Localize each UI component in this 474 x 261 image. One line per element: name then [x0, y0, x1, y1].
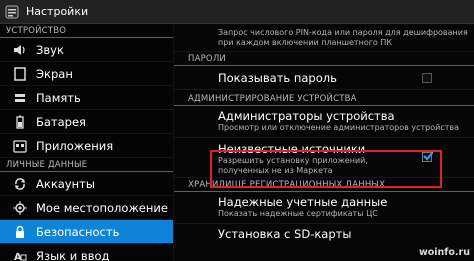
encryption-pref[interactable]: Запрос числового PIN-кода или пароля для… [174, 24, 474, 52]
device-admins-pref[interactable]: Администраторы устройства Просмотр или о… [174, 106, 474, 138]
location-icon [12, 200, 28, 216]
settings-sidebar: УСТРОЙСТВО Звук Экран Память Батарея При… [0, 24, 173, 261]
sidebar-item-display[interactable]: Экран [0, 62, 173, 86]
page-title: Настройки [26, 5, 89, 18]
battery-icon [12, 114, 28, 130]
show-password-title: Показывать пароль [218, 70, 337, 85]
settings-detail-pane: Запрос числового PIN-кода или пароля для… [173, 24, 474, 261]
sidebar-item-security[interactable]: Безопасность [0, 220, 173, 244]
language-icon: A [12, 248, 28, 261]
sidebar-item-label: Память [36, 90, 81, 105]
trusted-credentials-summary: Показать надежные сертификаты ЦС [218, 209, 378, 218]
sidebar-item-label: Аккаунты [36, 176, 95, 191]
sidebar-item-location[interactable]: Мое местоположение [0, 196, 173, 220]
section-header-admin: АДМИНИСТРИРОВАНИЕ УСТРОЙСТВА [174, 92, 474, 106]
show-password-pref[interactable]: Показывать пароль [174, 66, 474, 90]
sidebar-item-apps[interactable]: Приложения [0, 134, 173, 158]
sidebar-item-sound[interactable]: Звук [0, 38, 173, 62]
device-admins-summary: Просмотр или отключение администраторов … [218, 123, 459, 132]
section-header-passwords: ПАРОЛИ [174, 52, 474, 66]
sidebar-item-storage[interactable]: Память [0, 86, 173, 110]
device-admins-title: Администраторы устройства [218, 109, 395, 123]
encryption-summary: Запрос числового PIN-кода или пароля для… [218, 28, 468, 47]
trusted-credentials-pref[interactable]: Надежные учетные данные Показать надежны… [174, 192, 474, 224]
settings-icon[interactable] [4, 4, 20, 20]
sidebar-item-label: Безопасность [36, 224, 120, 239]
speaker-icon [12, 42, 28, 58]
lock-icon [12, 224, 28, 240]
sync-icon [12, 176, 28, 192]
sidebar-item-label: Батарея [36, 114, 86, 129]
storage-icon [12, 90, 28, 106]
section-header-device: УСТРОЙСТВО [0, 24, 173, 38]
action-bar: Настройки [0, 0, 474, 24]
sidebar-item-label: Язык и ввод [36, 248, 110, 261]
show-password-checkbox[interactable] [422, 73, 432, 83]
watermark: woinfo.ru [418, 247, 470, 258]
sidebar-item-accounts[interactable]: Аккаунты [0, 172, 173, 196]
highlight-frame [210, 150, 442, 188]
sidebar-item-label: Приложения [36, 138, 114, 153]
display-icon [12, 66, 28, 82]
apps-icon [12, 138, 28, 154]
sidebar-item-label: Мое местоположение [36, 200, 168, 215]
sidebar-item-label: Экран [36, 66, 73, 81]
section-header-personal: ЛИЧНЫЕ ДАННЫЕ [0, 158, 173, 172]
sidebar-item-battery[interactable]: Батарея [0, 110, 173, 134]
sidebar-item-label: Звук [36, 42, 64, 57]
sidebar-item-language[interactable]: A Язык и ввод [0, 244, 173, 261]
install-from-sd-title: Установка с SD-карты [218, 227, 352, 241]
trusted-credentials-title: Надежные учетные данные [218, 195, 388, 209]
